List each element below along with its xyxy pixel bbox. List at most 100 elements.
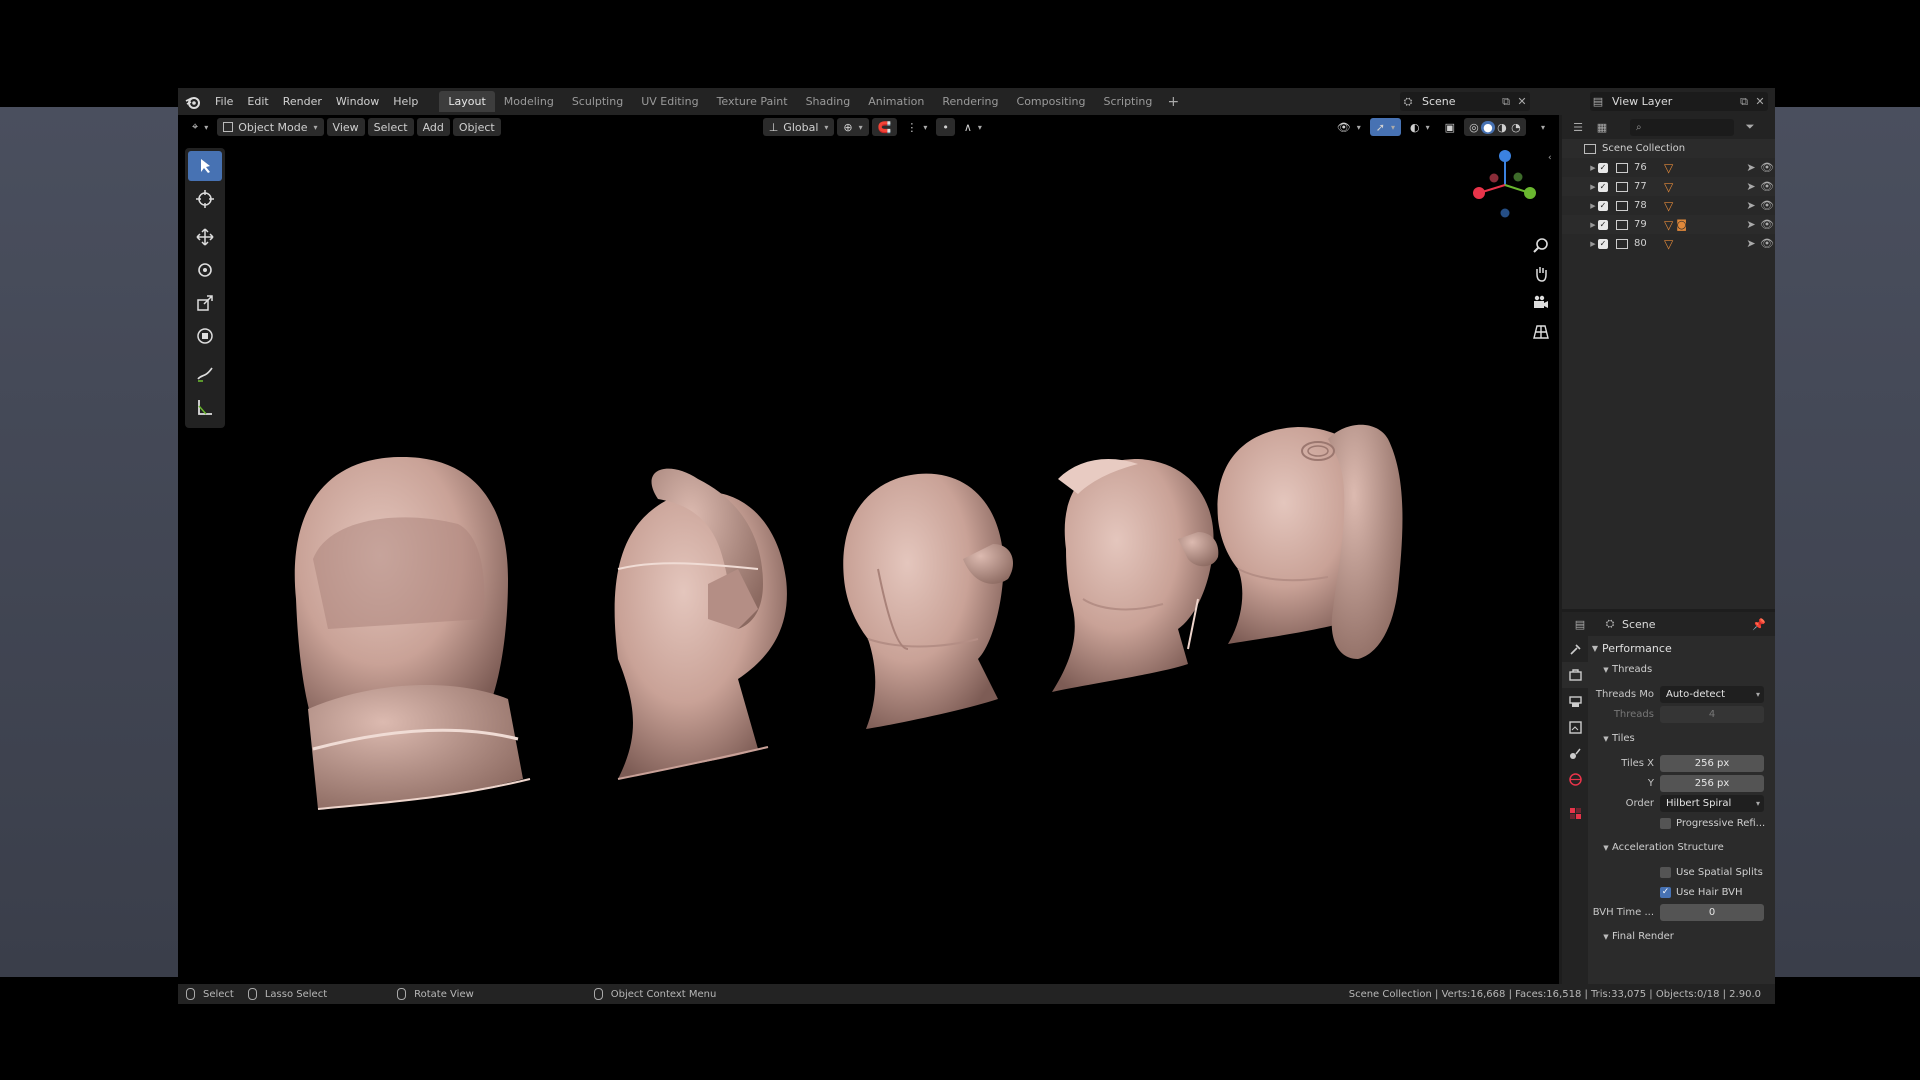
navigation-gizmo[interactable]	[1468, 148, 1543, 223]
output-properties-tab[interactable]	[1562, 688, 1588, 714]
menu-select[interactable]: Select	[367, 118, 414, 136]
z-axis-icon[interactable]	[1499, 150, 1511, 162]
scene-properties-tab[interactable]	[1562, 740, 1588, 766]
tab-rendering[interactable]: Rendering	[933, 91, 1007, 112]
collection-row[interactable]: ▶ ✓ 78 ▽ ➤ 👁	[1562, 196, 1775, 215]
final-render-subsection[interactable]: ▼ Final Render	[1588, 926, 1775, 947]
checkbox-box-checked[interactable]: ✓	[1660, 886, 1671, 898]
head-mesh-76[interactable]	[294, 456, 531, 810]
head-mesh-79[interactable]	[1052, 459, 1219, 692]
scale-tool[interactable]	[188, 288, 222, 318]
selectable-arrow-icon[interactable]: ➤	[1743, 198, 1759, 214]
bvh-time-field[interactable]: 0	[1660, 903, 1764, 921]
tab-scripting[interactable]: Scripting	[1094, 91, 1161, 112]
transform-tool[interactable]	[188, 321, 222, 351]
tiles-subsection[interactable]: ▼ Tiles	[1588, 728, 1775, 749]
visibility-eye-icon[interactable]: 👁	[1759, 160, 1775, 176]
selectable-arrow-icon[interactable]: ➤	[1743, 179, 1759, 195]
tab-sculpting[interactable]: Sculpting	[563, 91, 632, 112]
view-layer-properties-tab[interactable]	[1562, 714, 1588, 740]
zoom-icon[interactable]	[1528, 232, 1554, 258]
collection-row[interactable]: ▶ ✓ 79 ▽ ◙ ➤ 👁	[1562, 215, 1775, 234]
move-tool[interactable]	[188, 222, 222, 252]
menu-object[interactable]: Object	[452, 118, 501, 136]
new-view-layer-icon[interactable]: ⧉	[1736, 94, 1752, 110]
tiles-y-field[interactable]: 256 px	[1660, 774, 1764, 792]
threads-subsection[interactable]: ▼ Threads	[1588, 659, 1775, 680]
editor-type-icon[interactable]: ⌖ ▾	[186, 118, 214, 136]
acceleration-subsection[interactable]: ▼ Acceleration Structure	[1588, 837, 1775, 858]
expand-arrow-icon[interactable]: ▶	[1588, 164, 1598, 172]
properties-editor-icon[interactable]: ▤	[1572, 616, 1588, 632]
menu-file[interactable]: File	[208, 88, 240, 115]
display-mode-icon[interactable]: ▦	[1594, 119, 1610, 135]
head-mesh-78[interactable]	[843, 473, 1013, 729]
gizmo-toggle[interactable]: ➚ ▾	[1369, 118, 1401, 136]
checkbox-box[interactable]	[1660, 866, 1671, 878]
scene-collection-row[interactable]: Scene Collection	[1562, 139, 1775, 158]
visibility-eye-icon[interactable]: 👁	[1759, 179, 1775, 195]
new-scene-icon[interactable]: ⧉	[1498, 94, 1514, 110]
perspective-grid-icon[interactable]	[1528, 319, 1554, 345]
wireframe-shading-icon[interactable]: ◎	[1467, 121, 1481, 134]
view-layer-selector[interactable]: ▤ View Layer ⧉ ✕	[1590, 92, 1768, 111]
order-dropdown[interactable]: Hilbert Spiral ▾	[1660, 794, 1764, 812]
tab-layout[interactable]: Layout	[439, 91, 495, 112]
snap-target-dropdown[interactable]: ⋮ ▾	[900, 118, 933, 136]
selectable-arrow-icon[interactable]: ➤	[1743, 236, 1759, 252]
rendered-shading-icon[interactable]: ◔	[1509, 121, 1523, 134]
sidebar-toggle-icon[interactable]: ‹	[1548, 153, 1552, 163]
tab-shading[interactable]: Shading	[797, 91, 860, 112]
annotate-tool[interactable]	[188, 359, 222, 389]
pivot-dropdown[interactable]: ⊕ ▾	[837, 118, 869, 136]
texture-properties-tab[interactable]	[1562, 800, 1588, 826]
proportional-edit-toggle[interactable]: •	[936, 118, 955, 136]
neg-x-axis-icon[interactable]	[1489, 173, 1499, 183]
expand-arrow-icon[interactable]: ▶	[1588, 221, 1598, 229]
snap-toggle[interactable]: 🧲	[871, 118, 898, 136]
orientation-dropdown[interactable]: ⊥ Global ▾	[762, 118, 835, 136]
world-properties-tab[interactable]	[1562, 766, 1588, 792]
tiles-x-field[interactable]: 256 px	[1660, 754, 1764, 772]
selectable-arrow-icon[interactable]: ➤	[1743, 160, 1759, 176]
add-workspace-button[interactable]: +	[1165, 94, 1181, 110]
visibility-eye-icon[interactable]: 👁	[1759, 217, 1775, 233]
tab-animation[interactable]: Animation	[859, 91, 933, 112]
visibility-eye-icon[interactable]: 👁	[1759, 236, 1775, 252]
camera-view-icon[interactable]	[1528, 290, 1554, 316]
xray-toggle[interactable]: ▣	[1439, 118, 1461, 136]
menu-render[interactable]: Render	[276, 88, 329, 115]
tab-modeling[interactable]: Modeling	[495, 91, 563, 112]
3d-viewport[interactable]: ⌖ ▾ Object Mode ▾ View Select Add Object ⊥…	[178, 115, 1559, 988]
outliner-editor-icon[interactable]: ☰	[1570, 119, 1586, 135]
collection-row[interactable]: ▶ ✓ 80 ▽ ➤ 👁	[1562, 234, 1775, 253]
menu-edit[interactable]: Edit	[240, 88, 275, 115]
tab-compositing[interactable]: Compositing	[1008, 91, 1095, 112]
exclude-checkbox[interactable]: ✓	[1598, 162, 1608, 173]
expand-arrow-icon[interactable]: ▶	[1588, 183, 1598, 191]
render-properties-tab[interactable]	[1562, 662, 1588, 688]
selectable-arrow-icon[interactable]: ➤	[1743, 217, 1759, 233]
mode-dropdown[interactable]: Object Mode ▾	[217, 118, 324, 136]
pin-icon[interactable]: 📌	[1751, 616, 1767, 632]
x-axis-icon[interactable]	[1473, 187, 1485, 199]
visibility-dropdown[interactable]: 👁 ▾	[1331, 118, 1367, 136]
head-mesh-77[interactable]	[614, 468, 787, 780]
remove-scene-icon[interactable]: ✕	[1514, 94, 1530, 110]
measure-tool[interactable]	[188, 392, 222, 422]
overlay-toggle[interactable]: ◐ ▾	[1404, 118, 1436, 136]
cursor-tool[interactable]	[188, 184, 222, 214]
visibility-eye-icon[interactable]: 👁	[1759, 198, 1775, 214]
exclude-checkbox[interactable]: ✓	[1598, 200, 1608, 211]
spatial-splits-checkbox[interactable]: Use Spatial Splits	[1588, 862, 1775, 882]
menu-help[interactable]: Help	[386, 88, 425, 115]
neg-y-axis-icon[interactable]	[1513, 172, 1523, 182]
falloff-dropdown[interactable]: ∧ ▾	[958, 118, 988, 136]
exclude-checkbox[interactable]: ✓	[1598, 238, 1608, 249]
pan-hand-icon[interactable]	[1528, 261, 1554, 287]
head-mesh-80[interactable]	[1217, 424, 1403, 659]
filter-icon[interactable]: ⏷	[1742, 119, 1758, 135]
menu-add[interactable]: Add	[416, 118, 450, 136]
y-axis-icon[interactable]	[1524, 187, 1536, 199]
progressive-refine-checkbox[interactable]: Progressive Refi...	[1588, 813, 1775, 833]
